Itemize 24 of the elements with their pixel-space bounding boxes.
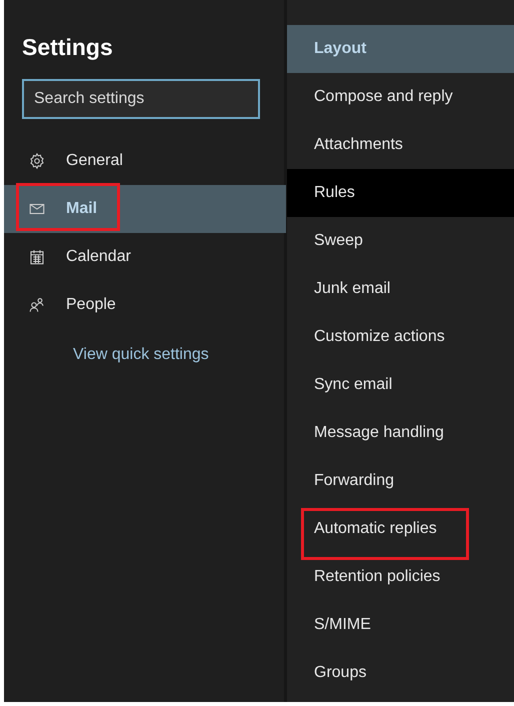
section-item[interactable]: Retention policies [287, 553, 514, 601]
nav-item[interactable]: Calendar [4, 232, 284, 280]
section-item[interactable]: Message handling [287, 409, 514, 457]
section-item[interactable]: S/MIME [287, 601, 514, 649]
section-item[interactable]: Forwarding [287, 457, 514, 505]
nav-item[interactable]: People [4, 280, 284, 328]
nav-item[interactable]: Mail [4, 184, 286, 232]
section-item[interactable]: Sync email [287, 361, 514, 409]
section-item[interactable]: Compose and reply [287, 73, 514, 121]
section-item[interactable]: Rules [287, 169, 514, 217]
nav-item[interactable]: General [4, 136, 284, 184]
section-item[interactable]: Attachments [287, 121, 514, 169]
gear-icon [28, 152, 46, 170]
calendar-icon [28, 248, 46, 266]
section-item[interactable]: Customize actions [287, 313, 514, 361]
section-item[interactable]: Junk email [287, 265, 514, 313]
section-item[interactable]: Groups [287, 649, 514, 697]
settings-title: Settings [21, 33, 114, 62]
section-item[interactable]: Automatic replies [287, 505, 514, 553]
search-field[interactable]: Search settings [22, 78, 260, 118]
section-item[interactable]: Layout [287, 25, 514, 73]
people-icon [28, 296, 46, 314]
section-item[interactable]: Sweep [287, 217, 514, 265]
view-quick-settings-link[interactable]: View quick settings [4, 342, 284, 366]
